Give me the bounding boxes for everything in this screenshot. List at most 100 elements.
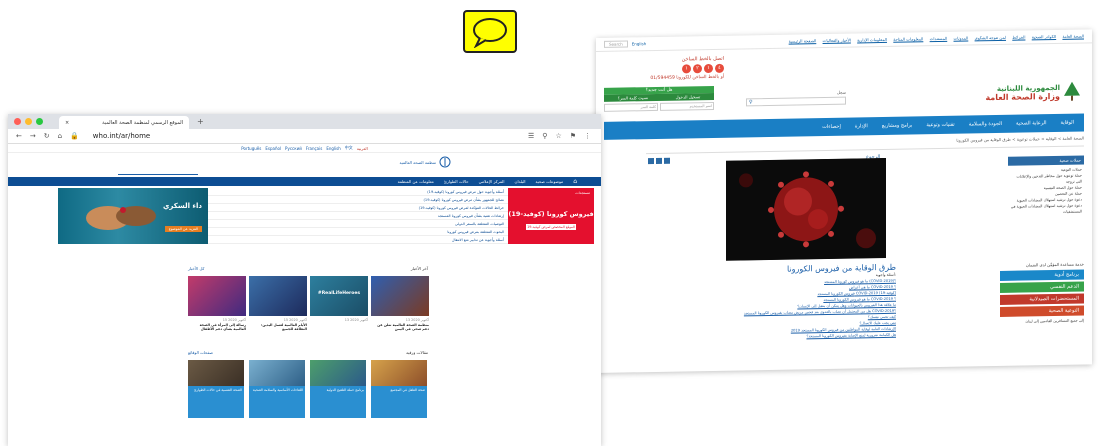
feature-card[interactable]: برنامج حملة التلقيح الدولية xyxy=(310,360,366,418)
lang-link[interactable]: Português xyxy=(241,146,261,151)
service-bar[interactable]: المستحضرات الصيدلانية xyxy=(1000,293,1084,305)
forgot-password-link[interactable]: نسيت كلمة السر؟ xyxy=(618,94,648,102)
moph-search-input[interactable]: Search xyxy=(604,40,628,48)
url-input[interactable]: who.int/ar/home xyxy=(93,132,150,140)
news-image-caption: #RealLifeHeroes xyxy=(317,291,361,296)
covid-site-button[interactable]: الموقع المخصص لمرض كوفيد-19 xyxy=(526,224,576,230)
minimize-window-icon[interactable] xyxy=(25,118,32,125)
ministry-sub: وزارة الصحة العامة xyxy=(985,91,1060,102)
new-tab-icon[interactable]: + xyxy=(197,117,204,126)
close-tab-icon[interactable]: × xyxy=(65,120,69,126)
top-link[interactable]: الصفحة الرئيسية xyxy=(789,38,817,43)
nav-item[interactable]: موضوعات صحية xyxy=(536,179,564,184)
news-image[interactable]: #RealLifeHeroes xyxy=(310,276,368,316)
moph-top-links: الصحة العامة الكوادر الصحية الخرائط لمن … xyxy=(784,33,1084,43)
lang-link[interactable]: English xyxy=(326,146,340,151)
top-link[interactable]: الخرائط xyxy=(1012,35,1025,40)
extensions-icon[interactable]: ⚑ xyxy=(570,132,576,140)
star-icon[interactable]: ☆ xyxy=(555,132,561,140)
top-link[interactable]: الصحة العامة xyxy=(1062,33,1084,38)
top-link[interactable]: الكوادر الصحية xyxy=(1032,34,1056,39)
menu-icon[interactable]: ⋮ xyxy=(584,132,591,140)
right-sidebar: حملات صحية حملات التوعية حملة توعوية حول… xyxy=(1008,155,1084,217)
news-more-link[interactable]: كل الأخبار xyxy=(188,266,204,274)
top-link[interactable]: المعلومات المتاحة xyxy=(893,36,923,42)
center-search: سجل ⚲ xyxy=(746,90,846,107)
service-bar[interactable]: برنامج أدوية xyxy=(1000,269,1084,281)
lang-link[interactable]: Français xyxy=(306,146,323,151)
browser-tabbar: × الموقع الرسمي لمنظمة الصحة العالمية + xyxy=(8,114,601,129)
feature-card[interactable]: الصحة النفسية في حالات الطوارئ xyxy=(188,360,244,418)
service-bar[interactable]: الدعم النفسي xyxy=(1000,281,1084,293)
maximize-window-icon[interactable] xyxy=(36,118,43,125)
translate-icon[interactable]: ☰ xyxy=(528,132,534,140)
facebook-icon[interactable] xyxy=(664,157,670,164)
hero-link[interactable]: إرشادات تقنية بشأن فيروس كورونا المستجد xyxy=(208,212,508,220)
nav-item[interactable]: تقنيات وتوعية xyxy=(926,122,954,128)
nav-item[interactable]: المركز الإعلامي xyxy=(479,179,505,184)
site-search-input[interactable]: ⚲ xyxy=(746,96,846,107)
tab-title: الموقع الرسمي لمنظمة الصحة العالمية xyxy=(102,119,183,126)
reload-icon[interactable]: ↻ xyxy=(44,132,50,140)
linkedin-icon[interactable] xyxy=(648,157,654,165)
news-image[interactable] xyxy=(249,276,307,316)
hero-link[interactable]: أسئلة وأجوبة عن تدابير منع الانتقال xyxy=(208,236,508,244)
sidebar-item[interactable]: دعوة حول ترشيد استهلاك المضادات الحيوية … xyxy=(1010,203,1082,216)
top-link[interactable]: المستندات xyxy=(930,36,948,41)
lang-link[interactable]: العربية xyxy=(357,146,368,151)
back-arrow-icon[interactable]: ← xyxy=(16,132,22,140)
virus-illustration xyxy=(726,157,886,261)
nav-item[interactable]: برامج ومشاريع xyxy=(882,122,913,129)
top-link[interactable]: المعلومات الإدارية xyxy=(857,37,887,43)
top-link[interactable]: لمن تتوجه الشكوى xyxy=(975,35,1006,41)
hero-link[interactable]: خرائط الحالات المؤكدة لمرض فيروس كورونا … xyxy=(208,204,508,212)
hero-link[interactable]: التوصيات المتعلقة بالسفر الدولي xyxy=(208,220,508,228)
feature-card[interactable]: اللقاحات الأساسية والسلامة الصحية xyxy=(249,360,305,418)
nav-item[interactable]: البلدان xyxy=(515,179,526,184)
features-header: صفحات الوقائع مقالات ورقية xyxy=(188,350,428,358)
nav-item[interactable]: معلومات عن المنظمة xyxy=(398,179,434,184)
feature-card[interactable]: صحة الطفل في المجتمع xyxy=(371,360,427,418)
share-icons xyxy=(648,157,670,165)
nav-item[interactable]: الرعاية الصحية xyxy=(1016,120,1047,127)
browser-tab[interactable]: × الموقع الرسمي لمنظمة الصحة العالمية xyxy=(59,116,189,129)
features-more-link[interactable]: صفحات الوقائع xyxy=(188,350,213,358)
top-link[interactable]: المدونات xyxy=(954,36,969,41)
username-field[interactable]: اسم المستخدم xyxy=(660,101,714,111)
home-nav-icon[interactable]: ⌂ xyxy=(573,178,577,185)
nav-item[interactable]: حالات الطوارئ xyxy=(444,179,469,184)
password-field[interactable]: كلمة السر xyxy=(604,102,658,112)
close-window-icon[interactable] xyxy=(14,118,21,125)
browser-actions: ☰ ⚲ ☆ ⚑ ⋮ xyxy=(528,132,591,140)
side-footer: إلى جميع المسافرين القادمين إلى لبنان xyxy=(1025,318,1084,324)
home-icon[interactable]: ⌂ xyxy=(58,132,62,140)
top-link[interactable]: الأخبار والفعاليات xyxy=(823,38,851,43)
news-caption: 13 أكتوبر 2020 xyxy=(344,318,368,322)
search-icon[interactable]: ⚲ xyxy=(749,99,753,105)
service-bar[interactable]: التوعية الصحية xyxy=(1000,305,1084,317)
zoom-icon[interactable]: ⚲ xyxy=(542,132,547,140)
language-bar: Português Español Русский Français Engli… xyxy=(8,144,601,153)
lang-link[interactable]: Español xyxy=(265,146,281,151)
forward-arrow-icon[interactable]: → xyxy=(30,132,36,140)
lang-link[interactable]: 中文 xyxy=(345,145,353,151)
news-image[interactable] xyxy=(371,276,429,316)
nav-item[interactable]: الوقاية xyxy=(1061,120,1074,126)
lock-icon: 🔒 xyxy=(70,132,79,140)
hero-link[interactable]: نصائح للجمهور بشأن مرض فيروس كورونا (كوف… xyxy=(208,196,508,204)
hero-button[interactable]: المزيد عن الموضوع xyxy=(164,226,202,232)
feature-text: صحة الطفل في المجتمع xyxy=(390,388,425,392)
hero-link[interactable]: البحوث المتعلقة بمرض فيروس كورونا xyxy=(208,228,508,236)
lang-link[interactable]: Русский xyxy=(285,146,302,151)
nav-item[interactable]: الجودة والسلامة xyxy=(969,121,1002,128)
news-image[interactable] xyxy=(188,276,246,316)
moph-lang-link[interactable]: English xyxy=(632,41,646,46)
login-link[interactable]: تسجيل الدخول xyxy=(676,93,701,100)
hero-link[interactable]: أسئلة وأجوبة حول مرض فيروس كورونا (كوفيد… xyxy=(208,188,508,196)
search-field[interactable] xyxy=(118,172,198,175)
register-label: سجل xyxy=(837,89,846,95)
nav-item[interactable]: الإدارة xyxy=(855,123,868,129)
twitter-icon[interactable] xyxy=(656,157,662,164)
nav-item[interactable]: إحصاءات xyxy=(822,124,841,130)
service-panels: خدمة مساعدة المؤمَّن لدى الضمان برنامج أ… xyxy=(1000,261,1084,324)
